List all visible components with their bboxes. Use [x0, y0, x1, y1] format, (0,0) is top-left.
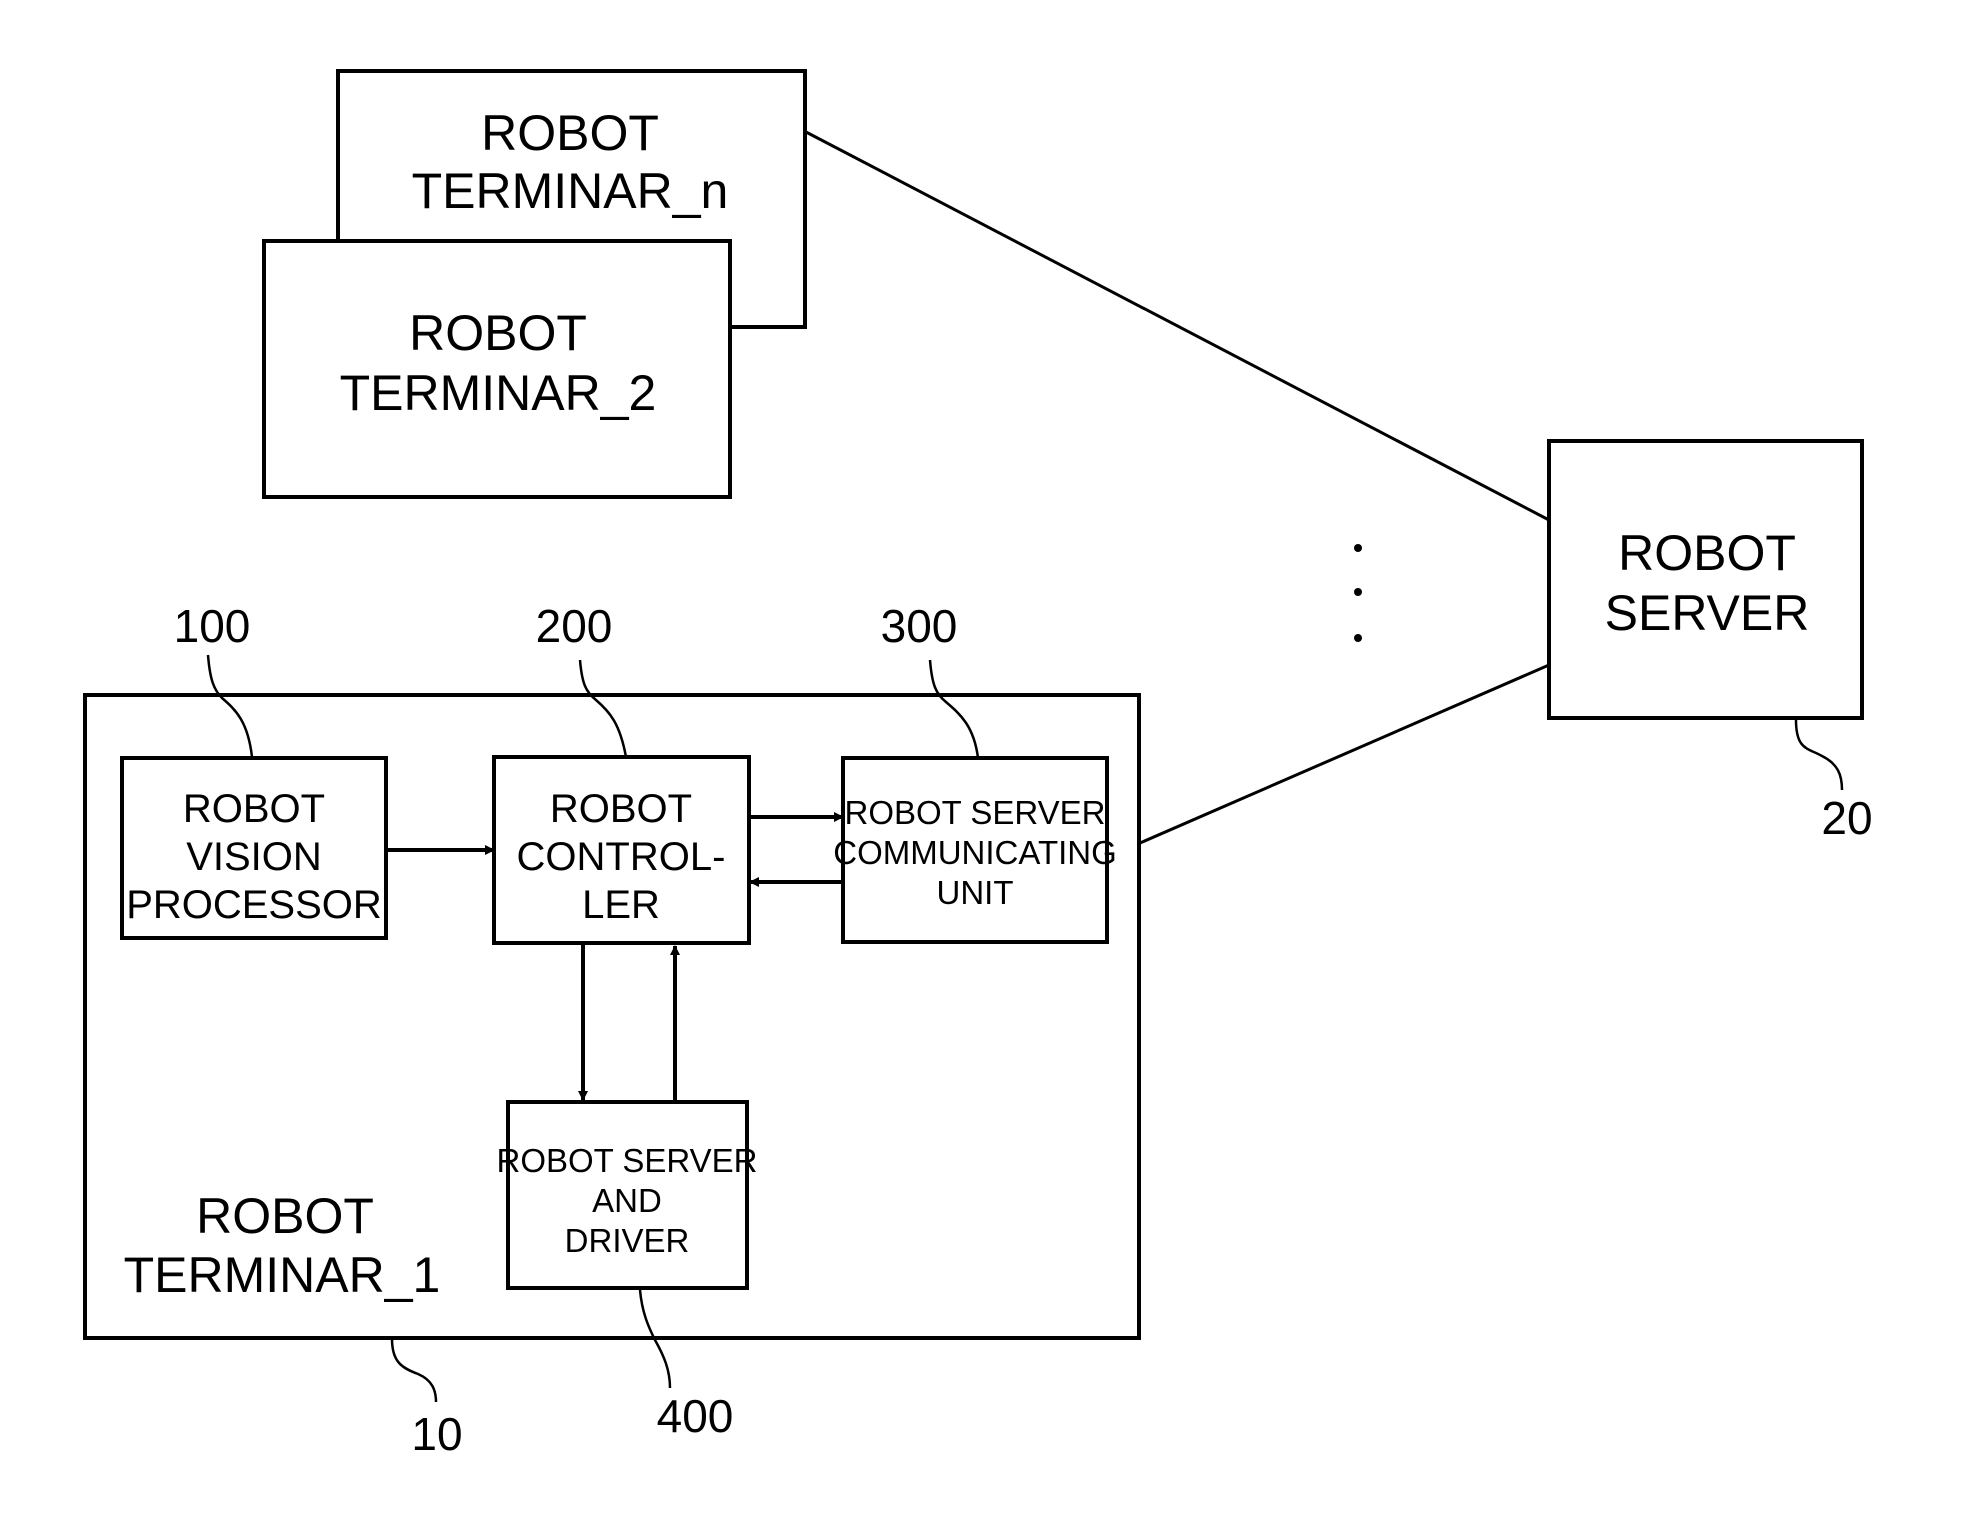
robot-server-leader-line — [1794, 719, 1844, 791]
robot-server-communicating-unit-block: 300 ROBOT SERVER COMMUNICATING UNIT — [833, 600, 1117, 944]
controller-label-line1: ROBOT — [550, 787, 692, 831]
robot-server-and-driver-block: ROBOT SERVER AND DRIVER 400 — [496, 1100, 758, 1442]
controller-leader-line — [578, 659, 628, 758]
ellipsis-dot — [1354, 588, 1362, 596]
robot-server-label-line2: SERVER — [1605, 585, 1810, 641]
terminal-n-to-server-link — [805, 130, 1550, 522]
terminal-1-to-server-link — [1139, 663, 1550, 845]
controller-label-line3: LER — [582, 883, 660, 927]
robot-server-ref-number: 20 — [1821, 792, 1872, 844]
robot-terminal-2-label-line1: ROBOT — [409, 305, 587, 361]
driver-ref-number: 400 — [657, 1390, 734, 1442]
ellipsis-dot — [1354, 544, 1362, 552]
communicating-unit-label-line2: COMMUNICATING — [833, 834, 1117, 871]
controller-label-line2: CONTROL- — [517, 835, 726, 879]
communicating-unit-ref-number: 300 — [881, 600, 958, 652]
robot-terminal-2-block: ROBOT TERMINAR_2 — [262, 239, 732, 499]
driver-label-line1: ROBOT SERVER — [496, 1142, 757, 1179]
robot-terminal-1-ref-number: 10 — [411, 1408, 462, 1460]
robot-vision-processor-block: 100 ROBOT VISION PROCESSOR — [120, 600, 388, 940]
ellipsis-dot — [1354, 634, 1362, 642]
robot-terminal-n-label-line2: TERMINAR_n — [412, 163, 729, 219]
vision-processor-leader-line — [206, 654, 254, 758]
controller-ref-number: 200 — [536, 600, 613, 652]
vision-processor-label-line3: PROCESSOR — [126, 883, 382, 927]
ellipsis-dots — [1354, 544, 1362, 642]
robot-server-label-line1: ROBOT — [1618, 525, 1796, 581]
communicating-unit-leader-line — [928, 659, 980, 759]
robot-terminal-1-label-line2: TERMINAR_1 — [124, 1247, 441, 1303]
vision-processor-label-line2: VISION — [186, 835, 322, 879]
robot-terminal-2-label-line2: TERMINAR_2 — [340, 365, 657, 421]
communicating-unit-label-line3: UNIT — [937, 874, 1014, 911]
vision-processor-label-line1: ROBOT — [183, 787, 325, 831]
robot-server-block: ROBOT SERVER 20 — [1547, 439, 1873, 844]
robot-terminal-n-label-line1: ROBOT — [481, 105, 659, 161]
robot-terminal-1-label-line1: ROBOT — [196, 1188, 374, 1244]
system-block-diagram: ROBOT TERMINAR_n ROBOT TERMINAR_2 ROBOT … — [83, 69, 1873, 1460]
robot-terminal-1-leader-line — [390, 1338, 438, 1403]
driver-label-line2: AND — [592, 1182, 662, 1219]
communicating-unit-label-line1: ROBOT SERVER — [844, 794, 1105, 831]
vision-processor-ref-number: 100 — [174, 600, 251, 652]
driver-label-line3: DRIVER — [565, 1222, 690, 1259]
robot-controller-block: 200 ROBOT CONTROL- LER — [492, 600, 751, 945]
